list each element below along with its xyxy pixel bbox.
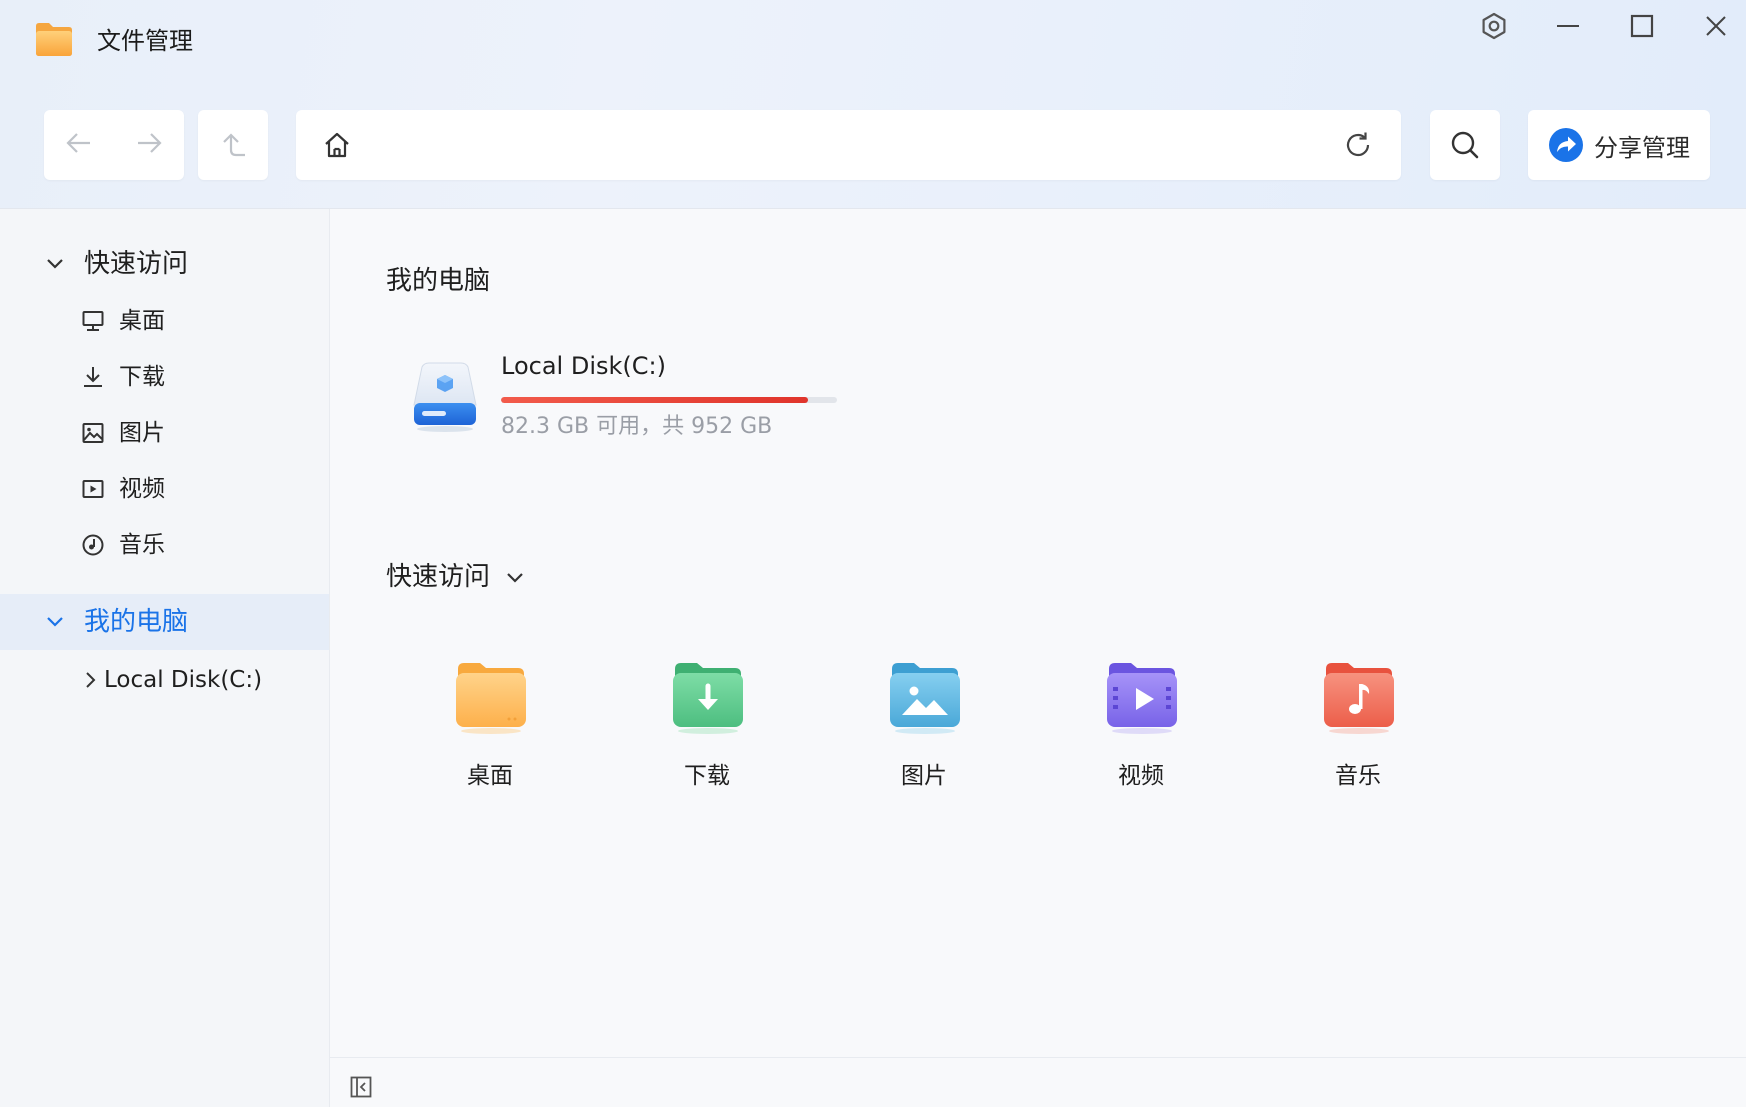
sidebar-item-label: 视频 <box>119 476 165 502</box>
minimize-button[interactable] <box>1540 8 1596 44</box>
app-title: 文件管理 <box>97 27 193 55</box>
download-folder-icon <box>673 663 743 734</box>
quick-access-label: 视频 <box>1118 763 1164 789</box>
home-icon[interactable] <box>322 130 352 160</box>
gear-icon <box>1482 12 1506 40</box>
maximize-button[interactable] <box>1614 8 1670 44</box>
chevron-down-icon <box>47 617 63 627</box>
quick-access-desktop[interactable]: 桌面 <box>435 659 545 799</box>
quick-access-label: 图片 <box>901 763 947 789</box>
desktop-folder-icon <box>456 663 526 734</box>
refresh-icon[interactable] <box>1343 130 1373 160</box>
sidebar-group-my-computer[interactable]: 我的电脑 <box>0 594 329 650</box>
quick-access-pictures[interactable]: 图片 <box>869 659 979 799</box>
sidebar-item-label: 桌面 <box>119 308 165 334</box>
monitor-icon <box>82 311 104 331</box>
minimize-icon <box>1557 25 1579 27</box>
address-bar[interactable] <box>296 110 1401 180</box>
file-manager-window: 文件管理 分享管理 快速访问 桌面 下载 图片 视频 音乐 我的电脑 Local… <box>0 0 1746 1107</box>
nav-buttons <box>44 110 184 180</box>
arrow-left-icon <box>66 133 90 153</box>
sidebar-item-videos[interactable]: 视频 <box>0 464 329 514</box>
sidebar-item-label: 下载 <box>119 364 165 390</box>
sidebar-item-local-disk-c[interactable]: Local Disk(C:) <box>0 655 329 705</box>
sidebar-group-label: 我的电脑 <box>84 607 189 637</box>
quick-access-music[interactable]: 音乐 <box>1303 659 1413 799</box>
video-icon <box>82 480 104 498</box>
sidebar: 快速访问 桌面 下载 图片 视频 音乐 我的电脑 Local Disk(C:) <box>0 209 330 1107</box>
main-content: 我的电脑 Local Disk(C:) 82.3 GB 可用，共 952 GB … <box>330 209 1746 1057</box>
settings-button[interactable] <box>1466 8 1522 44</box>
sidebar-item-pictures[interactable]: 图片 <box>0 408 329 458</box>
search-icon <box>1451 131 1479 159</box>
close-button[interactable] <box>1688 8 1744 44</box>
close-icon <box>1706 16 1726 36</box>
quick-access-label: 下载 <box>684 763 730 789</box>
maximize-icon <box>1630 14 1654 38</box>
sidebar-item-label: Local Disk(C:) <box>104 667 263 693</box>
collapse-sidebar-icon[interactable] <box>350 1076 372 1098</box>
disk-name: Local Disk(C:) <box>501 352 666 380</box>
search-button[interactable] <box>1430 110 1500 180</box>
sidebar-item-desktop[interactable]: 桌面 <box>0 296 329 346</box>
chevron-down-icon <box>47 259 63 269</box>
back-button[interactable] <box>64 128 94 162</box>
hard-disk-icon <box>413 362 477 432</box>
disk-card-local-c[interactable]: Local Disk(C:) 82.3 GB 可用，共 952 GB <box>410 349 890 459</box>
sidebar-item-label: 图片 <box>119 420 165 446</box>
sidebar-group-label: 快速访问 <box>84 249 189 279</box>
sidebar-item-label: 音乐 <box>119 532 165 558</box>
share-icon <box>1549 128 1583 162</box>
share-manage-button[interactable]: 分享管理 <box>1528 110 1710 180</box>
share-manage-label: 分享管理 <box>1594 133 1690 162</box>
download-icon <box>84 367 102 387</box>
quick-access-title-label: 快速访问 <box>386 562 491 592</box>
chevron-down-icon <box>507 572 524 583</box>
quick-access-videos[interactable]: 视频 <box>1086 659 1196 799</box>
music-folder-icon <box>1324 663 1394 734</box>
arrow-right-icon <box>138 133 162 153</box>
pictures-folder-icon <box>890 663 960 734</box>
quick-access-title[interactable]: 快速访问 <box>386 559 526 595</box>
up-button[interactable] <box>198 110 268 180</box>
quick-access-label: 桌面 <box>467 763 513 789</box>
arrow-up-icon <box>223 133 245 157</box>
image-icon <box>82 423 104 443</box>
videos-folder-icon <box>1107 663 1177 734</box>
disk-usage-bar <box>501 397 837 403</box>
quick-access-label: 音乐 <box>1335 763 1381 789</box>
title-bar: 文件管理 分享管理 <box>0 0 1746 209</box>
my-computer-title: 我的电脑 <box>386 266 491 296</box>
music-icon <box>82 534 104 556</box>
forward-button[interactable] <box>134 128 164 162</box>
folder-app-icon <box>36 23 72 56</box>
disk-free-space: 82.3 GB 可用，共 952 GB <box>501 414 773 439</box>
status-bar <box>330 1057 1746 1107</box>
sidebar-item-downloads[interactable]: 下载 <box>0 352 329 402</box>
sidebar-group-quick-access[interactable]: 快速访问 <box>0 236 329 292</box>
chevron-right-icon[interactable] <box>84 670 98 690</box>
disk-usage-fill <box>501 397 809 403</box>
quick-access-downloads[interactable]: 下载 <box>652 659 762 799</box>
sidebar-item-music[interactable]: 音乐 <box>0 520 329 570</box>
